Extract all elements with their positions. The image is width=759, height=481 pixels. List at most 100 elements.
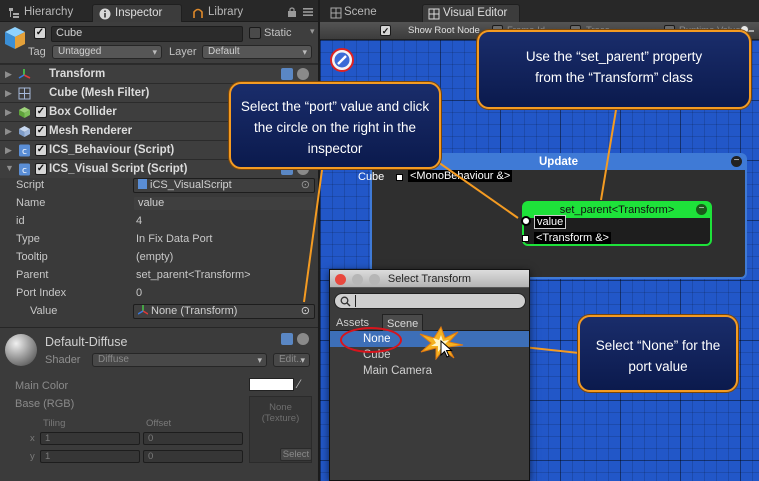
value-object-label: None (Transform) (151, 305, 238, 317)
property-label: Port Index (16, 287, 67, 299)
svg-text:c: c (22, 147, 27, 157)
minimize-window-icon[interactable] (352, 274, 363, 285)
offset-label: Offset (146, 418, 172, 429)
value-object-field[interactable]: None (Transform) ⊙ (133, 304, 315, 319)
layer-label: Layer (169, 46, 197, 58)
edit-shader-button[interactable]: Edit... (273, 353, 310, 367)
tab-visual-editor[interactable]: Visual Editor (422, 4, 520, 22)
cube-port-label: Cube (358, 171, 385, 183)
value-port-handle[interactable] (521, 216, 531, 226)
tag-label: Tag (28, 46, 46, 58)
collapse-arrow-icon[interactable]: ▶ (5, 107, 12, 118)
script-value: iCS_VisualScript (150, 179, 232, 191)
transform-icon (138, 305, 148, 315)
gear-icon[interactable] (297, 68, 309, 80)
script-icon: c (19, 144, 30, 157)
help-icon[interactable] (281, 68, 293, 80)
cube-port-handle[interactable] (396, 174, 403, 181)
collapse-node-icon[interactable]: − (731, 156, 742, 167)
shader-label: Shader (45, 354, 81, 366)
hierarchy-icon (9, 8, 19, 18)
tiling-y-field[interactable]: 1 (40, 450, 140, 463)
help-icon[interactable] (330, 48, 354, 72)
tab-scene-label: Scene (344, 6, 377, 18)
edit-shader-label: Edit... (279, 354, 305, 365)
tab-scene[interactable]: Scene (326, 4, 385, 22)
close-window-icon[interactable] (335, 274, 346, 285)
search-field[interactable] (334, 293, 526, 309)
property-label: Type (16, 233, 40, 245)
tab-library-label: Library (208, 6, 244, 18)
collapse-arrow-icon[interactable]: ▶ (5, 145, 12, 156)
collapse-node-icon[interactable]: − (696, 204, 707, 215)
object-header: ✓ Cube Static ▾ Tag Untagged Layer Defau… (0, 22, 318, 64)
box-collider-icon (19, 107, 30, 118)
collapse-arrow-icon[interactable]: ▶ (5, 126, 12, 137)
offset-y-field[interactable]: 0 (143, 450, 243, 463)
gear-icon[interactable] (297, 333, 309, 345)
component-name: ICS_Visual Script (Script) (49, 163, 188, 175)
tab-inspector[interactable]: Inspector (92, 4, 182, 22)
property-label: Name (16, 197, 46, 209)
eyedropper-icon[interactable]: ⁄ (298, 377, 300, 391)
tiling-x-field[interactable]: 1 (40, 432, 140, 445)
main-color-swatch[interactable] (249, 378, 294, 391)
callout-none-text: Select “None” for the port value (595, 338, 721, 374)
visual-editor-icon (428, 8, 440, 20)
static-label: Static (264, 27, 292, 39)
property-label: Tooltip (16, 251, 48, 263)
component-enabled-checkbox[interactable]: ✓ (35, 144, 47, 156)
lock-icon[interactable] (286, 7, 298, 17)
component-enabled-checkbox[interactable]: ✓ (35, 163, 47, 175)
collapse-arrow-icon[interactable]: ▶ (5, 88, 12, 99)
property-label: id (16, 215, 25, 227)
static-dropdown-icon[interactable]: ▾ (310, 26, 315, 37)
list-item-main-camera[interactable]: Main Camera (330, 363, 529, 379)
port-index-value: 0 (136, 287, 143, 299)
offset-x-field[interactable]: 0 (143, 432, 243, 445)
object-picker-icon[interactable]: ⊙ (301, 305, 310, 318)
tag-dropdown[interactable]: Untagged (52, 45, 162, 59)
object-name-field[interactable]: Cube (51, 26, 243, 42)
texture-none-label: None (269, 402, 292, 413)
scene-icon (330, 7, 342, 19)
tab-library[interactable]: Library (186, 4, 251, 22)
search-icon (340, 296, 351, 307)
object-picker-icon[interactable]: ⊙ (301, 179, 310, 192)
static-checkbox[interactable] (249, 27, 261, 39)
parent-value: set_parent<Transform> (136, 269, 251, 281)
component-transform[interactable]: ▶ Transform (0, 64, 318, 83)
property-label: Value (30, 305, 58, 317)
texture-select-button[interactable]: Select (280, 448, 312, 461)
texture-select-label: Select (282, 449, 310, 460)
active-checkbox[interactable]: ✓ (34, 27, 46, 39)
component-enabled-checkbox[interactable]: ✓ (35, 125, 47, 137)
mesh-renderer-icon (19, 126, 30, 137)
script-field[interactable]: iCS_VisualScript ⊙ (133, 178, 315, 193)
x-label: x (30, 433, 35, 444)
tab-hierarchy[interactable]: Hierarchy (2, 4, 81, 22)
select-transform-title: Select Transform (330, 270, 529, 288)
panel-menu-icon[interactable] (302, 7, 314, 17)
component-enabled-checkbox[interactable]: ✓ (35, 106, 47, 118)
material-section: Default-Diffuse Shader Diffuse Edit... M… (0, 327, 318, 481)
y-label: y (30, 451, 35, 462)
zoom-window-icon[interactable] (369, 274, 380, 285)
text-caret (355, 295, 356, 307)
help-icon[interactable] (281, 333, 293, 345)
collapse-arrow-icon[interactable]: ▶ (5, 69, 12, 80)
show-root-node-checkbox[interactable]: ✓ (380, 25, 391, 36)
component-name: Cube (Mesh Filter) (49, 87, 150, 99)
tab-hierarchy-label: Hierarchy (24, 6, 74, 18)
library-icon (193, 8, 203, 18)
transform-port-handle[interactable] (522, 235, 529, 242)
shader-dropdown[interactable]: Diffuse (92, 353, 267, 367)
expand-arrow-icon[interactable]: ▼ (5, 163, 14, 173)
none-highlight-ellipse (340, 327, 402, 353)
svg-text:c: c (22, 166, 27, 176)
layer-dropdown[interactable]: Default (202, 45, 312, 59)
type-value: In Fix Data Port (136, 233, 213, 245)
name-field[interactable]: value (133, 196, 315, 211)
property-label: Parent (16, 269, 49, 281)
main-color-label: Main Color (15, 380, 69, 392)
